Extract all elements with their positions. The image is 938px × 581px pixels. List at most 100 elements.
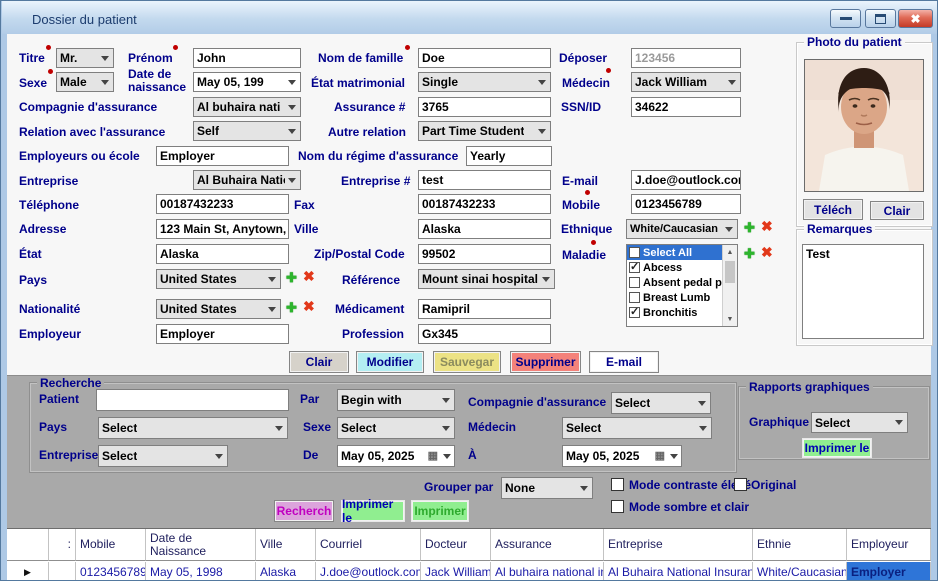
scroll-thumb[interactable] [725,261,735,283]
imprimer-button[interactable]: Imprimer [411,500,469,522]
close-button[interactable]: ✖ [898,9,933,28]
table-header-ethnie[interactable]: Ethnie [753,529,847,561]
table-header-selector[interactable] [7,529,49,561]
table-header-ville[interactable]: Ville [256,529,316,561]
pays-select[interactable]: United States [156,269,281,289]
date-naissance-select[interactable]: May 05, 199 [193,72,301,92]
ssn-input[interactable]: 34622 [631,97,741,117]
table-header-date-naissance[interactable]: Date de Naissance [146,529,256,561]
add-maladie-icon[interactable]: ✚ [744,246,755,261]
entreprise-select[interactable]: Al Buhaira National [193,170,301,190]
delete-ethnique-icon[interactable]: ✖ [761,219,773,234]
table-cell-assurance[interactable]: Al buhaira national ins [491,562,604,581]
compagnie-assurance-select[interactable]: Al buhaira nati [193,97,301,117]
regime-assurance-input[interactable]: Yearly [466,146,552,166]
table-header-courriel[interactable]: Courriel [316,529,421,561]
search-entreprise-select[interactable]: Select [98,445,228,467]
ville-input[interactable]: Alaska [418,219,551,239]
table-cell-mobile[interactable]: 0123456789 [76,562,146,581]
reference-select[interactable]: Mount sinai hospital [418,269,555,289]
checkbox-icon[interactable] [629,247,640,258]
autre-relation-select[interactable]: Part Time Student [418,121,551,141]
row-selector-icon[interactable]: ▶ [7,562,49,581]
table-header-entreprise[interactable]: Entreprise [604,529,753,561]
employeur-input[interactable]: Employer [156,324,289,344]
table-cell-ethnie[interactable]: White/Caucasian [753,562,847,581]
maladie-option[interactable]: Bronchitis [627,305,725,320]
scroll-up-icon[interactable]: ▲ [723,245,737,259]
zip-input[interactable]: 99502 [418,244,551,264]
modifier-button[interactable]: Modifier [356,351,424,373]
email-button[interactable]: E-mail [589,351,659,373]
scroll-down-icon[interactable]: ▼ [723,312,737,326]
search-compagnie-select[interactable]: Select [611,392,711,414]
delete-maladie-icon[interactable]: ✖ [761,245,773,260]
table-header-docteur[interactable]: Docteur [421,529,491,561]
mode-sombre-checkbox[interactable] [611,500,624,513]
maladie-listbox[interactable]: Select All Abcess Absent pedal pu Breast… [626,244,738,327]
employeurs-ecole-input[interactable]: Employer [156,146,289,166]
original-checkbox[interactable] [734,478,747,491]
ethnique-select[interactable]: White/Caucasian [626,219,738,239]
maladie-option[interactable]: Absent pedal pu [627,275,725,290]
table-cell[interactable] [49,562,76,581]
table-header[interactable]: : [49,529,76,561]
recherch-button[interactable]: Recherch [274,500,334,522]
table-cell-entreprise[interactable]: Al Buhaira National Insurance [604,562,753,581]
search-pays-select[interactable]: Select [98,417,288,439]
fax-input[interactable]: 00187432233 [418,194,551,214]
profession-input[interactable]: Gx345 [418,324,551,344]
grouper-par-select[interactable]: None [501,477,593,499]
etat-input[interactable]: Alaska [156,244,289,264]
table-cell-employeur[interactable]: Employer [847,562,931,581]
add-nationalite-icon[interactable]: ✚ [286,300,297,315]
search-par-select[interactable]: Begin with [337,389,455,411]
sexe-select[interactable]: Male [56,72,114,92]
assurance-num-input[interactable]: 3765 [418,97,551,117]
search-medecin-select[interactable]: Select [562,417,712,439]
photo-clair-button[interactable]: Clair [870,201,924,220]
minimize-button[interactable] [830,9,861,28]
add-ethnique-icon[interactable]: ✚ [744,220,755,235]
graphique-select[interactable]: Select [811,412,908,433]
table-cell-date-naissance[interactable]: May 05, 1998 [146,562,256,581]
relation-assurance-select[interactable]: Self [193,121,301,141]
sauvegar-button[interactable]: Sauvegar [433,351,501,373]
supprimer-button[interactable]: Supprimer [510,351,581,373]
maladie-option[interactable]: Select All [627,245,725,260]
checkbox-checked-icon[interactable] [629,262,640,273]
delete-nationalite-icon[interactable]: ✖ [303,299,315,314]
etat-matrimonial-select[interactable]: Single [418,72,551,92]
search-sexe-select[interactable]: Select [337,417,455,439]
remarks-textarea[interactable]: Test [802,244,924,339]
search-patient-input[interactable] [96,389,289,411]
imprimer-le-button[interactable]: Imprimer le [341,500,405,522]
maladie-option[interactable]: Abcess [627,260,725,275]
prenom-input[interactable]: John [193,48,301,68]
mobile-input[interactable]: 0123456789 [631,194,741,214]
table-cell-docteur[interactable]: Jack William [421,562,491,581]
add-pays-icon[interactable]: ✚ [286,270,297,285]
clair-button[interactable]: Clair [289,351,349,373]
maximize-button[interactable] [865,9,896,28]
search-de-datepicker[interactable]: May 05, 2025▦ [337,445,455,467]
adresse-input[interactable]: 123 Main St, Anytown, [156,219,289,239]
table-cell-courriel[interactable]: J.doe@outlock.com [316,562,421,581]
nationalite-select[interactable]: United States [156,299,281,319]
checkbox-icon[interactable] [629,292,640,303]
table-header-employeur[interactable]: Employeur [847,529,931,561]
table-header-mobile[interactable]: Mobile [76,529,146,561]
maladie-option[interactable]: Breast Lumb [627,290,725,305]
telech-button[interactable]: Téléch [803,199,863,220]
entreprise-num-input[interactable]: test [418,170,551,190]
maladie-scrollbar[interactable]: ▲ ▼ [722,245,737,326]
mode-contraste-checkbox[interactable] [611,478,624,491]
medecin-select[interactable]: Jack William [631,72,741,92]
search-a-datepicker[interactable]: May 05, 2025▦ [562,445,682,467]
titre-select[interactable]: Mr. [56,48,114,68]
telephone-input[interactable]: 00187432233 [156,194,289,214]
delete-pays-icon[interactable]: ✖ [303,269,315,284]
email-input[interactable]: J.doe@outlock.com [631,170,741,190]
checkbox-icon[interactable] [629,277,640,288]
table-cell-ville[interactable]: Alaska [256,562,316,581]
